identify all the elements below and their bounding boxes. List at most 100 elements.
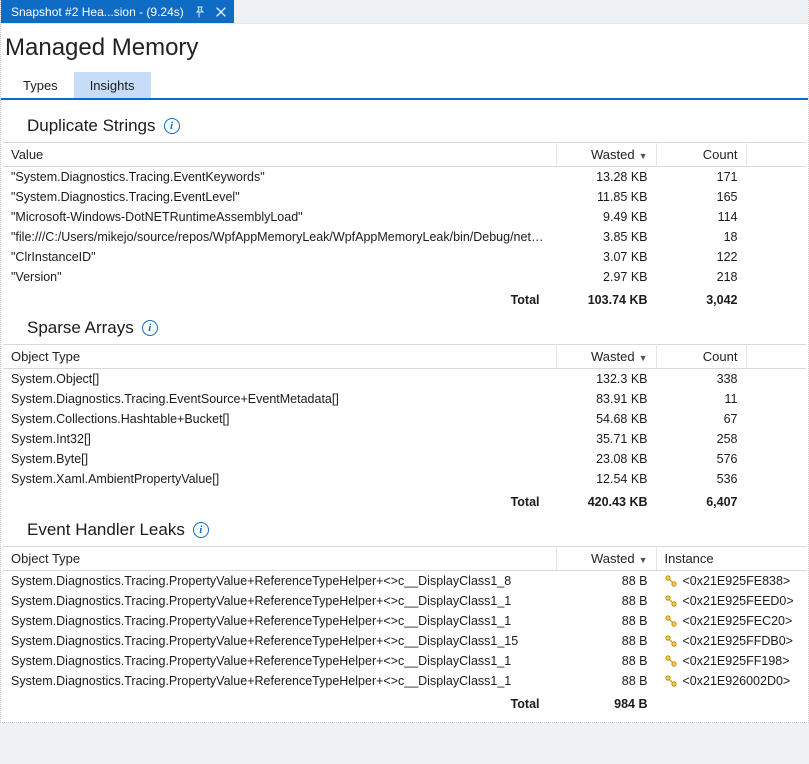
table-row[interactable]: "ClrInstanceID"3.07 KB122 xyxy=(3,247,806,267)
table-row[interactable]: System.Diagnostics.Tracing.PropertyValue… xyxy=(3,571,806,592)
pin-icon[interactable] xyxy=(192,5,206,19)
col-object-type-header[interactable]: Object Type xyxy=(3,547,556,571)
page-body: Managed Memory Types Insights Duplicate … xyxy=(1,24,808,722)
cell-wasted: 88 B xyxy=(556,671,656,691)
event-handler-leaks-table: Object Type Wasted▼ Instance System.Diag… xyxy=(3,546,806,714)
cell-count: 11 xyxy=(656,389,746,409)
col-spacer xyxy=(746,345,806,369)
cell-value: "Microsoft-Windows-DotNETRuntimeAssembly… xyxy=(3,207,556,227)
col-object-type-header[interactable]: Object Type xyxy=(3,345,556,369)
table-row[interactable]: "Version"2.97 KB218 xyxy=(3,267,806,287)
instance-icon xyxy=(665,595,679,607)
col-count-header[interactable]: Count xyxy=(656,345,746,369)
cell-wasted: 88 B xyxy=(556,611,656,631)
cell-value: System.Diagnostics.Tracing.EventSource+E… xyxy=(3,389,556,409)
cell-count: 536 xyxy=(656,469,746,489)
cell-wasted: 54.68 KB xyxy=(556,409,656,429)
cell-instance[interactable]: <0x21E925FEED0> xyxy=(656,591,806,611)
cell-wasted: 83.91 KB xyxy=(556,389,656,409)
total-wasted: 984 B xyxy=(556,691,656,714)
total-label: Total xyxy=(3,287,556,310)
document-tabstrip: Snapshot #2 Hea...sion - (9.24s) xyxy=(1,0,808,24)
event-handler-leaks-total-row: Total 984 B xyxy=(3,691,806,714)
cell-value: System.Object[] xyxy=(3,369,556,390)
cell-instance[interactable]: <0x21E925FFDB0> xyxy=(656,631,806,651)
instance-address: <0x21E925FEC20> xyxy=(683,614,793,628)
cell-value: "Version" xyxy=(3,267,556,287)
sparse-arrays-total-row: Total 420.43 KB 6,407 xyxy=(3,489,806,512)
cell-value: "file:///C:/Users/mikejo/source/repos/Wp… xyxy=(3,227,556,247)
cell-wasted: 3.07 KB xyxy=(556,247,656,267)
document-tab[interactable]: Snapshot #2 Hea...sion - (9.24s) xyxy=(1,0,234,23)
table-row[interactable]: System.Diagnostics.Tracing.PropertyValue… xyxy=(3,591,806,611)
total-count: 3,042 xyxy=(656,287,746,310)
table-row[interactable]: "file:///C:/Users/mikejo/source/repos/Wp… xyxy=(3,227,806,247)
table-row[interactable]: System.Diagnostics.Tracing.PropertyValue… xyxy=(3,671,806,691)
table-row[interactable]: System.Byte[]23.08 KB576 xyxy=(3,449,806,469)
cell-count: 576 xyxy=(656,449,746,469)
cell-wasted: 88 B xyxy=(556,651,656,671)
col-instance-header[interactable]: Instance xyxy=(656,547,806,571)
cell-wasted: 13.28 KB xyxy=(556,167,656,188)
cell-instance[interactable]: <0x21E925FEC20> xyxy=(656,611,806,631)
table-row[interactable]: "Microsoft-Windows-DotNETRuntimeAssembly… xyxy=(3,207,806,227)
instance-address: <0x21E925FFDB0> xyxy=(683,634,794,648)
table-row[interactable]: System.Diagnostics.Tracing.PropertyValue… xyxy=(3,631,806,651)
cell-count: 171 xyxy=(656,167,746,188)
sparse-arrays-body: System.Object[]132.3 KB338System.Diagnos… xyxy=(3,369,806,490)
info-icon[interactable]: i xyxy=(142,320,158,336)
cell-instance[interactable]: <0x21E925FF198> xyxy=(656,651,806,671)
total-wasted: 420.43 KB xyxy=(556,489,656,512)
cell-value: System.Int32[] xyxy=(3,429,556,449)
duplicate-strings-total-row: Total 103.74 KB 3,042 xyxy=(3,287,806,310)
cell-wasted: 9.49 KB xyxy=(556,207,656,227)
col-count-header[interactable]: Count xyxy=(656,143,746,167)
tab-insights[interactable]: Insights xyxy=(74,72,151,98)
instance-icon xyxy=(665,635,679,647)
table-row[interactable]: "System.Diagnostics.Tracing.EventKeyword… xyxy=(3,167,806,188)
cell-value: "System.Diagnostics.Tracing.EventLevel" xyxy=(3,187,556,207)
cell-wasted: 35.71 KB xyxy=(556,429,656,449)
table-row[interactable]: System.Object[]132.3 KB338 xyxy=(3,369,806,390)
col-wasted-header[interactable]: Wasted▼ xyxy=(556,547,656,571)
col-spacer xyxy=(746,143,806,167)
table-row[interactable]: System.Diagnostics.Tracing.EventSource+E… xyxy=(3,389,806,409)
col-wasted-header[interactable]: Wasted▼ xyxy=(556,345,656,369)
sort-desc-icon: ▼ xyxy=(639,151,648,161)
table-row[interactable]: System.Xaml.AmbientPropertyValue[]12.54 … xyxy=(3,469,806,489)
info-icon[interactable]: i xyxy=(193,522,209,538)
sparse-arrays-table: Object Type Wasted▼ Count System.Object[… xyxy=(3,344,806,512)
section-title-sparse-arrays: Sparse Arrays i xyxy=(27,318,806,338)
cell-instance[interactable]: <0x21E925FE838> xyxy=(656,571,806,592)
instance-icon xyxy=(665,675,679,687)
cell-value: System.Diagnostics.Tracing.PropertyValue… xyxy=(3,671,556,691)
table-row[interactable]: System.Diagnostics.Tracing.PropertyValue… xyxy=(3,651,806,671)
sort-desc-icon: ▼ xyxy=(639,353,648,363)
instance-address: <0x21E926002D0> xyxy=(683,674,791,688)
cell-wasted: 132.3 KB xyxy=(556,369,656,390)
info-icon[interactable]: i xyxy=(164,118,180,134)
table-row[interactable]: System.Diagnostics.Tracing.PropertyValue… xyxy=(3,611,806,631)
cell-value: System.Collections.Hashtable+Bucket[] xyxy=(3,409,556,429)
cell-instance[interactable]: <0x21E926002D0> xyxy=(656,671,806,691)
event-handler-leaks-body: System.Diagnostics.Tracing.PropertyValue… xyxy=(3,571,806,692)
cell-value: "System.Diagnostics.Tracing.EventKeyword… xyxy=(3,167,556,188)
cell-value: System.Xaml.AmbientPropertyValue[] xyxy=(3,469,556,489)
table-row[interactable]: System.Int32[]35.71 KB258 xyxy=(3,429,806,449)
table-row[interactable]: System.Collections.Hashtable+Bucket[]54.… xyxy=(3,409,806,429)
col-value-header[interactable]: Value xyxy=(3,143,556,167)
total-label: Total xyxy=(3,489,556,512)
duplicate-strings-body: "System.Diagnostics.Tracing.EventKeyword… xyxy=(3,167,806,288)
table-row[interactable]: "System.Diagnostics.Tracing.EventLevel"1… xyxy=(3,187,806,207)
insights-content: Duplicate Strings i Value Wasted▼ Count … xyxy=(1,100,808,722)
cell-value: System.Diagnostics.Tracing.PropertyValue… xyxy=(3,571,556,592)
col-wasted-header[interactable]: Wasted▼ xyxy=(556,143,656,167)
cell-wasted: 3.85 KB xyxy=(556,227,656,247)
cell-wasted: 88 B xyxy=(556,591,656,611)
tab-types[interactable]: Types xyxy=(7,72,74,98)
subtab-bar: Types Insights xyxy=(1,72,808,100)
total-label: Total xyxy=(3,691,556,714)
close-icon[interactable] xyxy=(214,5,228,19)
cell-wasted: 12.54 KB xyxy=(556,469,656,489)
cell-wasted: 88 B xyxy=(556,631,656,651)
